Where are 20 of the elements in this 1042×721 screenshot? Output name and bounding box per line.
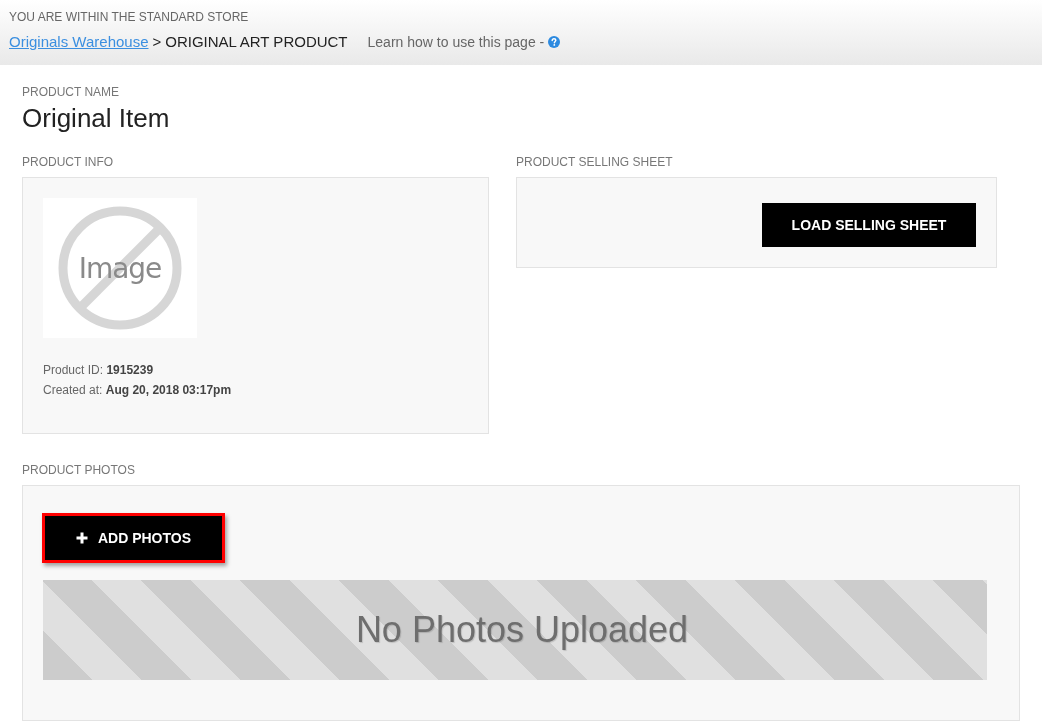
- field-value: Aug 20, 2018 03:17pm: [105, 383, 232, 397]
- section-label: PRODUCT INFO: [22, 155, 114, 169]
- placeholder-text: Image: [78, 251, 162, 285]
- field-value: 1915239: [106, 363, 154, 377]
- no-image-icon: [58, 206, 182, 330]
- help-icon[interactable]: [548, 36, 561, 48]
- breadcrumb-current: ORIGINAL ART PRODUCT: [165, 33, 348, 51]
- plus-icon: [75, 532, 88, 544]
- empty-message: No Photos Uploaded: [355, 609, 689, 651]
- product-name: Original Item: [22, 103, 170, 133]
- section-label: PRODUCT SELLING SHEET: [516, 155, 673, 169]
- section-label: PRODUCT NAME: [22, 85, 120, 99]
- add-photos-button[interactable]: ADD PHOTOS: [42, 513, 225, 563]
- breadcrumb-separator: >: [152, 33, 162, 51]
- store-notice: YOU ARE WITHIN THE STANDARD STORE: [9, 10, 249, 24]
- field-label: Created at:: [43, 383, 103, 397]
- section-label: PRODUCT PHOTOS: [22, 463, 135, 477]
- field-label: Product ID:: [43, 363, 104, 377]
- help-text: Learn how to use this page -: [367, 33, 545, 51]
- load-selling-sheet-button[interactable]: LOAD SELLING SHEET: [762, 203, 976, 247]
